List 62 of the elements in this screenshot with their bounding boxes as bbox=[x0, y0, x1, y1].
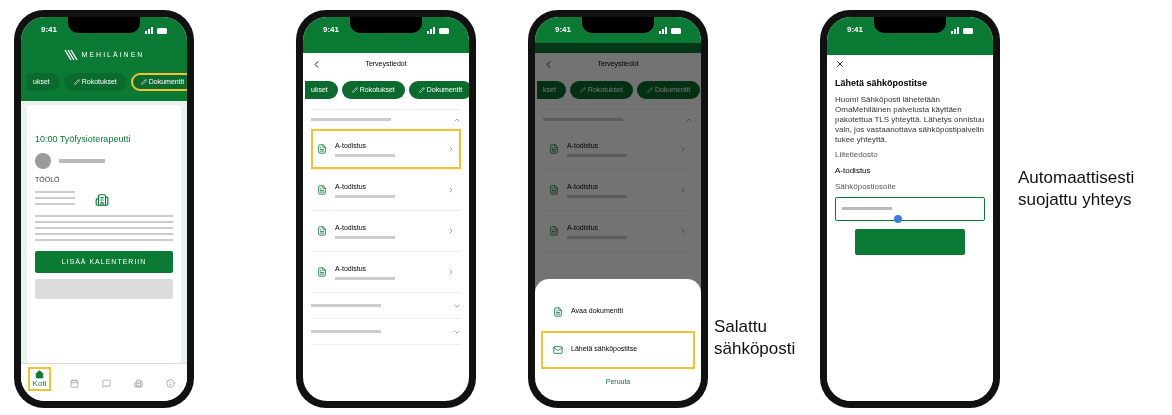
chevron-right-icon bbox=[447, 268, 455, 276]
pencil-icon bbox=[418, 87, 425, 93]
nav-tab[interactable]: Koti bbox=[27, 367, 52, 391]
chevron-right-icon bbox=[447, 227, 455, 235]
document-icon bbox=[317, 144, 327, 154]
pencil-icon bbox=[140, 79, 147, 85]
date-placeholder bbox=[335, 195, 395, 199]
status-time: 9:41 bbox=[41, 24, 57, 36]
annotation-text: Automaattisesti suojattu yhteys bbox=[1018, 167, 1136, 211]
email-label: Sähköpostiosoite bbox=[835, 180, 897, 193]
nav-tab-icon bbox=[69, 379, 79, 388]
date-placeholder bbox=[335, 277, 395, 281]
avatar-placeholder bbox=[35, 152, 51, 169]
status-time: 9:41 bbox=[555, 24, 571, 36]
text-cursor-handle[interactable] bbox=[894, 214, 902, 223]
close-icon[interactable] bbox=[835, 59, 845, 69]
date-placeholder bbox=[335, 236, 395, 240]
document-icon bbox=[317, 226, 327, 236]
signal-battery-icon bbox=[145, 26, 167, 34]
phone-notch bbox=[68, 17, 140, 33]
pencil-icon bbox=[351, 87, 358, 93]
nav-tab-icon bbox=[166, 379, 176, 388]
document-icon bbox=[317, 185, 327, 195]
chevron-right-icon bbox=[447, 186, 455, 194]
signal-battery-icon bbox=[659, 26, 681, 34]
nav-tab-icon bbox=[101, 379, 111, 388]
pencil-icon bbox=[73, 79, 80, 85]
document-icon bbox=[317, 267, 327, 277]
nav-tab-icon bbox=[35, 370, 44, 379]
status-time: 9:41 bbox=[847, 24, 863, 36]
date-placeholder bbox=[335, 154, 395, 158]
document-icon bbox=[549, 185, 559, 195]
name-placeholder bbox=[59, 158, 105, 163]
signal-battery-icon bbox=[951, 26, 973, 34]
phone-notch bbox=[350, 17, 422, 33]
document-icon bbox=[553, 306, 563, 317]
attachment-name: A-todistus bbox=[835, 164, 872, 177]
appointment-title: 10:00 Työfysioterapeutti bbox=[35, 133, 132, 146]
building-icon bbox=[95, 193, 109, 207]
chevron-right-icon bbox=[679, 186, 687, 194]
section-heading-placeholder bbox=[311, 330, 381, 333]
annotation-text: Salattu sähköposti bbox=[714, 316, 797, 360]
chevron-right-icon bbox=[447, 145, 455, 153]
dialog-heading: Lähetä sähköpostitse bbox=[835, 77, 929, 90]
phone-notch bbox=[582, 17, 654, 33]
send-button[interactable] bbox=[855, 228, 965, 255]
document-icon bbox=[549, 144, 559, 154]
phone-notch bbox=[874, 17, 946, 33]
attachment-label: Liitetiedosto bbox=[835, 148, 879, 161]
mail-icon bbox=[553, 344, 563, 355]
section-heading-placeholder bbox=[311, 304, 381, 307]
notice-text: Huom! Sähköposti lähetetään OmaMehiläinen palvelusta käyttäen pakotettua TLS yhteyttä. Lähetys onnistuu vain, jos vastaanottava sähköpostipalvelin tukee yhteyttä. bbox=[835, 94, 985, 145]
email-field[interactable] bbox=[835, 196, 985, 221]
nav-tab-icon bbox=[134, 379, 144, 388]
signal-battery-icon bbox=[427, 26, 449, 34]
pencil-icon bbox=[579, 87, 586, 93]
status-time: 9:41 bbox=[323, 24, 339, 36]
document-icon bbox=[549, 226, 559, 236]
pencil-icon bbox=[646, 87, 653, 93]
chevron-right-icon bbox=[679, 145, 687, 153]
logo-icon bbox=[63, 49, 78, 61]
chevron-right-icon bbox=[679, 227, 687, 235]
